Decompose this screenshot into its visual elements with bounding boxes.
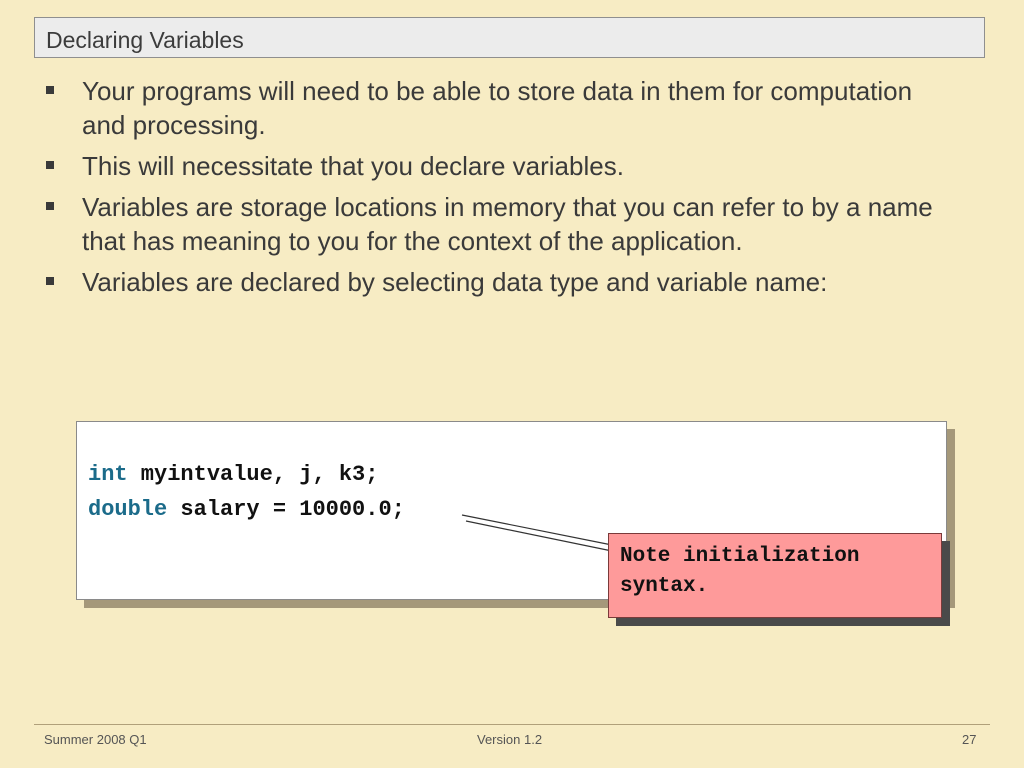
code-keyword: int (88, 462, 128, 487)
code-text: myintvalue, j, k3; (127, 462, 379, 487)
footer-center: Version 1.2 (477, 732, 543, 747)
code-keyword: double (88, 497, 168, 522)
bullet-square-icon (46, 277, 54, 285)
bullet-item: This will necessitate that you declare v… (44, 149, 944, 183)
bullet-text: Your programs will need to be able to st… (82, 76, 913, 140)
bullet-text: Variables are declared by selecting data… (82, 267, 828, 297)
bullet-item: Variables are declared by selecting data… (44, 265, 944, 299)
bullet-text: Variables are storage locations in memor… (82, 192, 933, 256)
bullet-list: Your programs will need to be able to st… (44, 74, 944, 306)
note-callout: Note initialization syntax. (608, 533, 942, 618)
note-text: Note initialization syntax. (620, 545, 860, 598)
slide-title: Declaring Variables (46, 27, 244, 53)
footer-page-number: 27 (962, 732, 977, 747)
bullet-square-icon (46, 86, 54, 94)
slide-title-bar: Declaring Variables (34, 17, 985, 58)
footer-divider (34, 724, 990, 725)
footer-left: Summer 2008 Q1 (44, 732, 147, 747)
bullet-item: Variables are storage locations in memor… (44, 190, 944, 258)
code-line: double salary = 10000.0; (88, 497, 405, 522)
bullet-square-icon (46, 202, 54, 210)
bullet-text: This will necessitate that you declare v… (82, 151, 624, 181)
code-text: salary = 10000.0; (167, 497, 405, 522)
bullet-item: Your programs will need to be able to st… (44, 74, 944, 142)
code-line: int myintvalue, j, k3; (88, 462, 378, 487)
bullet-square-icon (46, 161, 54, 169)
